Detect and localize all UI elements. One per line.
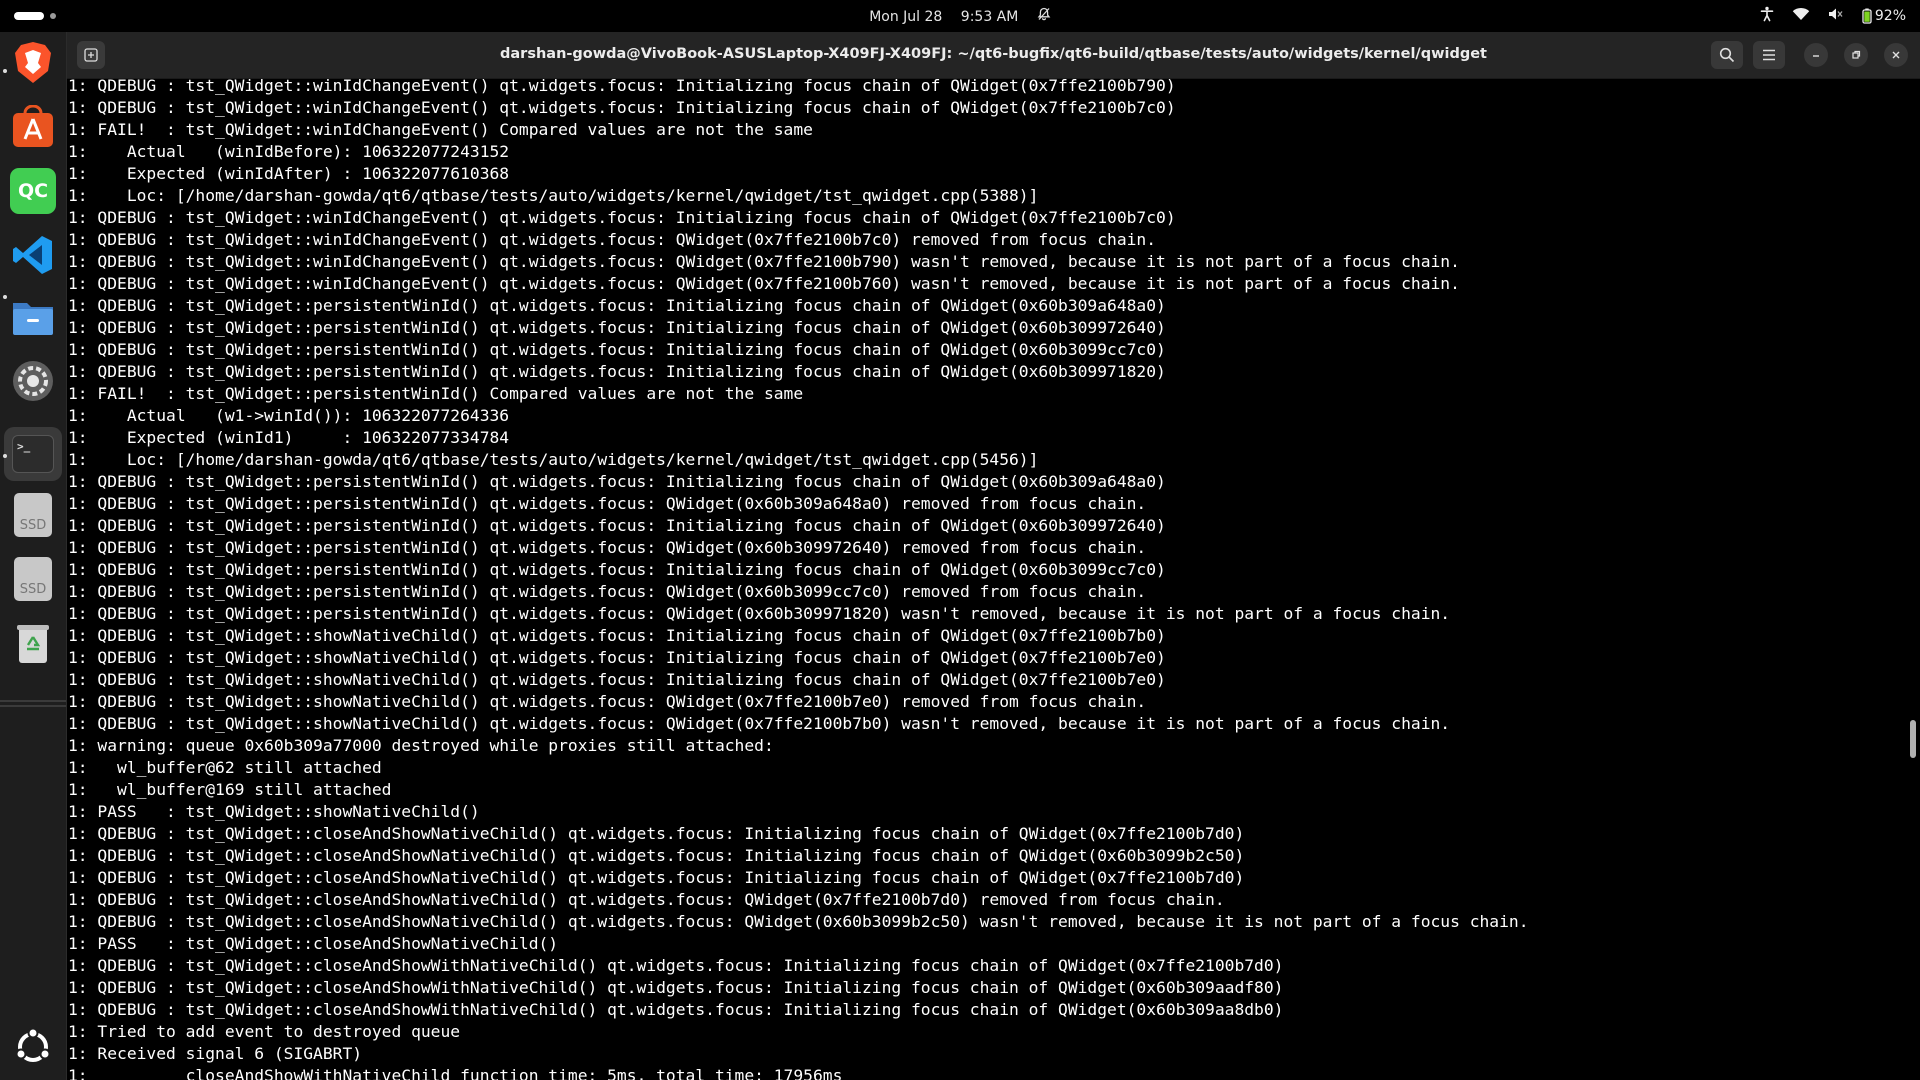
terminal-line: 1: PASS : tst_QWidget::showNativeChild() [68, 802, 480, 821]
window-title: darshan-gowda@VivoBook-ASUSLaptop-X409FJ… [500, 46, 1487, 62]
scrollbar-thumb[interactable] [1910, 720, 1916, 758]
terminal-app-active[interactable]: >_ [4, 427, 62, 481]
notifications-muted-icon [1037, 7, 1051, 25]
search-button[interactable] [1711, 41, 1743, 69]
terminal-line: 1: closeAndShowWithNativeChild function … [68, 1066, 843, 1080]
terminal-line: 1: QDEBUG : tst_QWidget::persistentWinId… [68, 340, 1166, 359]
restore-icon [1852, 50, 1861, 59]
ssd-drive-icon-2[interactable]: SSD [10, 556, 56, 602]
minimize-button[interactable] [1804, 43, 1828, 67]
dock: QC >_ SSD SSD [0, 32, 67, 1080]
accessibility-icon[interactable] [1760, 6, 1774, 26]
terminal-line: 1: FAIL! : tst_QWidget::winIdChangeEvent… [68, 120, 813, 139]
ssd-drive-icon[interactable]: SSD [10, 492, 56, 538]
terminal-icon: >_ [12, 435, 54, 473]
terminal-lines: 1: QDEBUG : tst_QWidget::winIdChangeEven… [67, 79, 1529, 1080]
terminal-line: 1: Tried to add event to destroyed queue [68, 1022, 461, 1041]
wifi-icon[interactable] [1792, 7, 1810, 25]
hamburger-menu-icon [1763, 49, 1775, 61]
minimize-icon [1813, 55, 1819, 57]
vscode-icon[interactable] [10, 232, 56, 278]
maximize-button[interactable] [1844, 43, 1868, 67]
terminal-line: 1: QDEBUG : tst_QWidget::closeAndShowWit… [68, 956, 1284, 975]
date-label: Mon Jul 28 [869, 9, 943, 25]
files-icon[interactable] [10, 294, 56, 340]
clock-button[interactable]: Mon Jul 28 9:53 AM [0, 7, 1920, 25]
terminal-line: 1: QDEBUG : tst_QWidget::winIdChangeEven… [68, 208, 1176, 227]
terminal-line: 1: warning: queue 0x60b309a77000 destroy… [68, 736, 774, 755]
show-apps-icon[interactable] [10, 1024, 56, 1070]
app-center-icon[interactable] [10, 104, 56, 150]
terminal-line: 1: QDEBUG : tst_QWidget::winIdChangeEven… [68, 252, 1460, 271]
terminal-line: 1: QDEBUG : tst_QWidget::showNativeChild… [68, 626, 1166, 645]
terminal-line: 1: QDEBUG : tst_QWidget::persistentWinId… [68, 472, 1166, 491]
terminal-line: 1: QDEBUG : tst_QWidget::persistentWinId… [68, 318, 1166, 337]
terminal-line: 1: QDEBUG : tst_QWidget::winIdChangeEven… [68, 230, 1157, 249]
battery-charging-icon[interactable]: 92% [1862, 8, 1906, 24]
terminal-line: 1: QDEBUG : tst_QWidget::winIdChangeEven… [68, 274, 1460, 293]
terminal-line: 1: QDEBUG : tst_QWidget::closeAndShowWit… [68, 978, 1284, 997]
close-icon [1892, 51, 1900, 59]
time-label: 9:53 AM [960, 9, 1019, 25]
dock-separator [0, 700, 66, 702]
terminal-line: 1: wl_buffer@169 still attached [68, 780, 392, 799]
terminal-line: 1: QDEBUG : tst_QWidget::persistentWinId… [68, 582, 1147, 601]
terminal-line: 1: QDEBUG : tst_QWidget::showNativeChild… [68, 670, 1166, 689]
terminal-line: 1: Expected (winIdAfter) : 1063220776103… [68, 164, 510, 183]
terminal-line: 1: QDEBUG : tst_QWidget::closeAndShowNat… [68, 868, 1245, 887]
terminal-line: 1: QDEBUG : tst_QWidget::persistentWinId… [68, 538, 1147, 557]
dock-separator [0, 705, 66, 707]
terminal-line: 1: QDEBUG : tst_QWidget::closeAndShowWit… [68, 1000, 1284, 1019]
terminal-line: 1: QDEBUG : tst_QWidget::persistentWinId… [68, 362, 1166, 381]
running-indicator [3, 454, 7, 458]
terminal-line: 1: Loc: [/home/darshan-gowda/qt6/qtbase/… [68, 186, 1039, 205]
terminal-line: 1: QDEBUG : tst_QWidget::persistentWinId… [68, 560, 1166, 579]
terminal-line: 1: QDEBUG : tst_QWidget::persistentWinId… [68, 604, 1451, 623]
terminal-line: 1: Expected (winId1) : 106322077334784 [68, 428, 510, 447]
brave-icon[interactable] [10, 40, 56, 86]
terminal-line: 1: QDEBUG : tst_QWidget::closeAndShowNat… [68, 912, 1529, 931]
terminal-line: 1: wl_buffer@62 still attached [68, 758, 382, 777]
settings-icon[interactable] [10, 358, 56, 404]
system-tray[interactable]: 92% [1760, 6, 1906, 26]
battery-percent: 92% [1874, 8, 1906, 24]
volume-muted-icon[interactable] [1828, 7, 1844, 25]
close-button[interactable] [1884, 43, 1908, 67]
terminal-line: 1: QDEBUG : tst_QWidget::showNativeChild… [68, 648, 1166, 667]
terminal-line: 1: Actual (winIdBefore): 106322077243152 [68, 142, 510, 161]
terminal-line: 1: QDEBUG : tst_QWidget::winIdChangeEven… [68, 98, 1176, 117]
terminal-line: 1: QDEBUG : tst_QWidget::persistentWinId… [68, 494, 1147, 513]
terminal-output[interactable]: 1: QDEBUG : tst_QWidget::winIdChangeEven… [67, 79, 1920, 1080]
search-icon [1719, 47, 1735, 63]
terminal-line: 1: Received signal 6 (SIGABRT) [68, 1044, 363, 1063]
running-indicator [3, 295, 7, 299]
terminal-line: 1: FAIL! : tst_QWidget::persistentWinId(… [68, 384, 804, 403]
terminal-line: 1: Loc: [/home/darshan-gowda/qt6/qtbase/… [68, 450, 1039, 469]
qt-creator-icon[interactable]: QC [10, 168, 56, 214]
terminal-line: 1: QDEBUG : tst_QWidget::closeAndShowNat… [68, 890, 1225, 909]
terminal-line: 1: QDEBUG : tst_QWidget::persistentWinId… [68, 516, 1166, 535]
terminal-line: 1: PASS : tst_QWidget::closeAndShowNativ… [68, 934, 559, 953]
terminal-line: 1: Actual (w1->winId()): 106322077264336 [68, 406, 510, 425]
terminal-line: 1: QDEBUG : tst_QWidget::winIdChangeEven… [68, 79, 1176, 95]
terminal-titlebar[interactable]: darshan-gowda@VivoBook-ASUSLaptop-X409FJ… [67, 32, 1920, 79]
terminal-line: 1: QDEBUG : tst_QWidget::closeAndShowNat… [68, 824, 1245, 843]
terminal-line: 1: QDEBUG : tst_QWidget::showNativeChild… [68, 714, 1451, 733]
top-bar: Mon Jul 28 9:53 AM 92% [0, 0, 1920, 32]
terminal-line: 1: QDEBUG : tst_QWidget::showNativeChild… [68, 692, 1147, 711]
running-indicator [3, 69, 7, 73]
terminal-line: 1: QDEBUG : tst_QWidget::persistentWinId… [68, 296, 1166, 315]
terminal-line: 1: QDEBUG : tst_QWidget::closeAndShowNat… [68, 846, 1245, 865]
trash-icon[interactable] [10, 620, 56, 666]
menu-button[interactable] [1753, 41, 1785, 69]
